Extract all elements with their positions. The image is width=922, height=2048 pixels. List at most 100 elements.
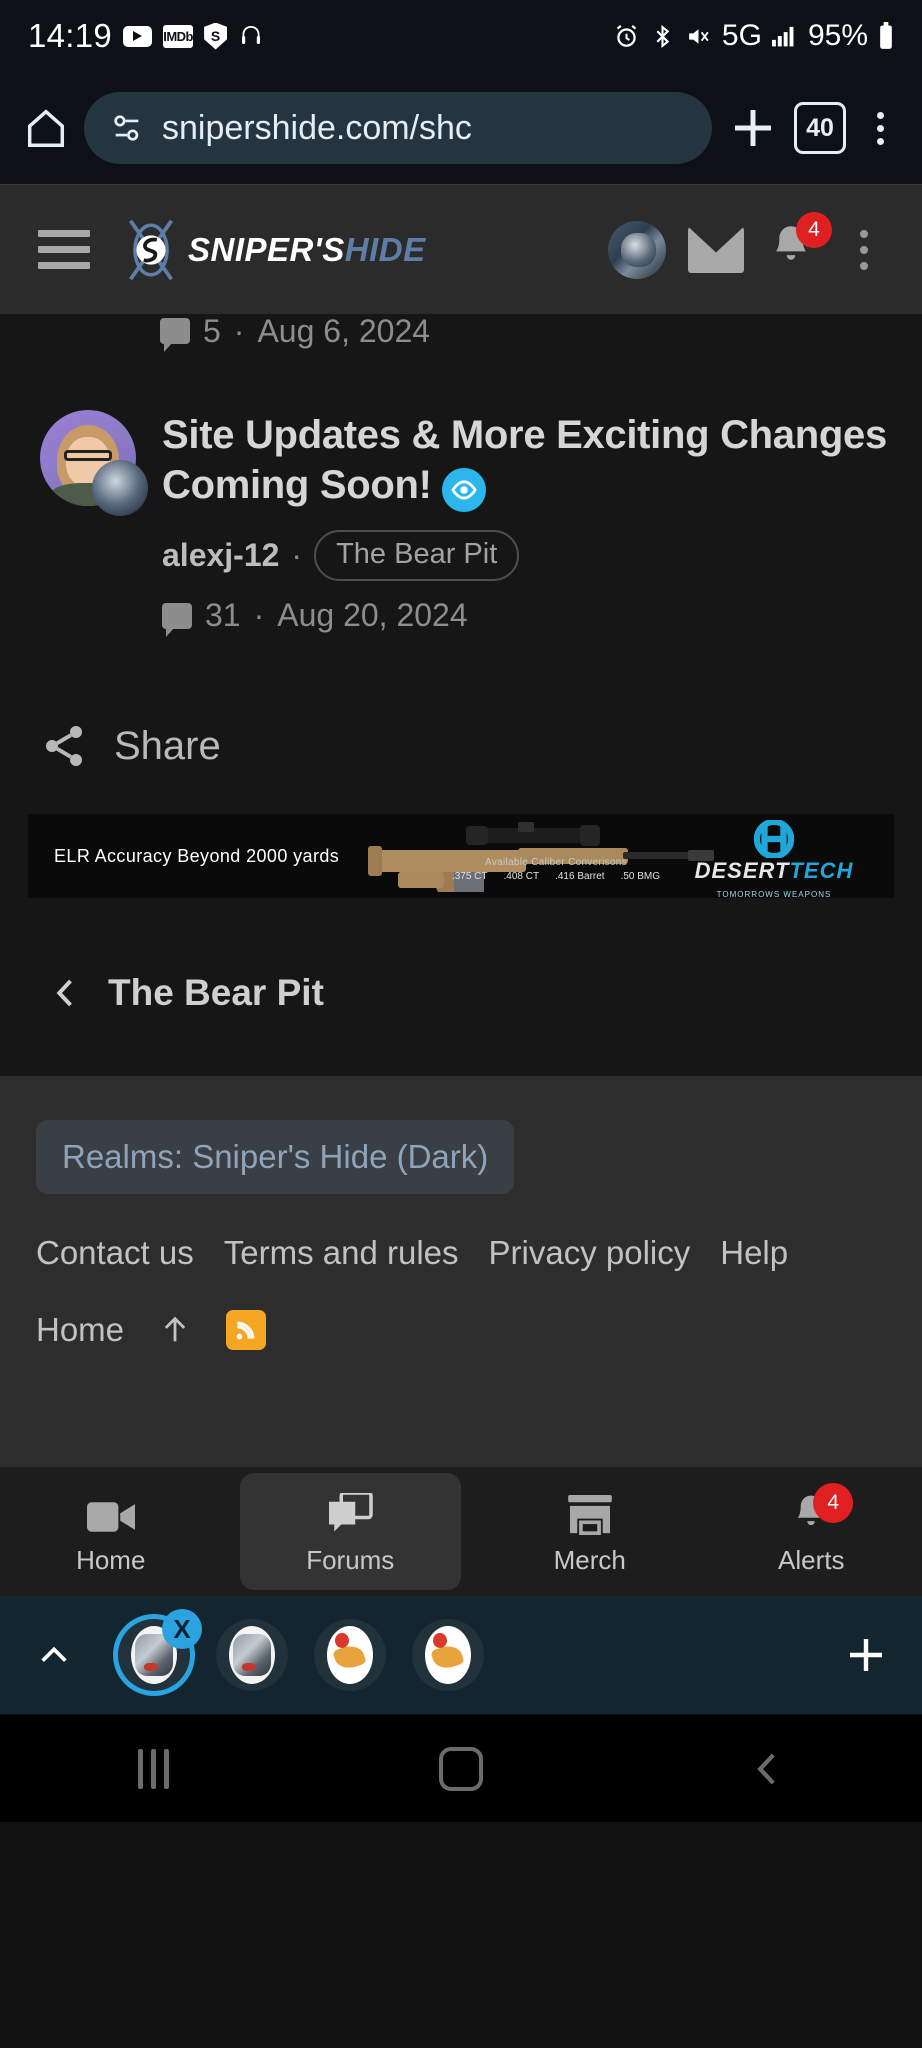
caliber-item: .50 BMG xyxy=(620,871,661,882)
style-chooser-button[interactable]: Realms: Sniper's Hide (Dark) xyxy=(36,1120,515,1194)
share-icon xyxy=(40,722,88,770)
status-bar: 14:19 IMDb S 5G 95% xyxy=(0,0,922,72)
browser-menu-icon[interactable] xyxy=(856,100,904,156)
tab-item[interactable] xyxy=(216,1619,288,1691)
nav-label-alerts: Alerts xyxy=(778,1545,845,1575)
alerts-badge: 4 xyxy=(813,1483,854,1523)
footer-link-home[interactable]: Home xyxy=(36,1311,124,1349)
thread-list: 5 · Aug 6, 2024 Site Updates & More Exci… xyxy=(0,314,922,1076)
alarm-icon xyxy=(613,23,640,50)
site-logo[interactable]: SNIPER'SHIDE xyxy=(118,215,586,285)
chevron-left-icon[interactable] xyxy=(48,973,84,1013)
home-icon[interactable] xyxy=(18,100,74,156)
logo-secondary: HIDE xyxy=(344,230,426,268)
footer-link-contact[interactable]: Contact us xyxy=(36,1234,194,1272)
thread-row[interactable]: Site Updates & More Exciting Changes Com… xyxy=(0,376,922,674)
url-text: snipershide.com/shc xyxy=(162,108,472,147)
chevron-up-icon[interactable] xyxy=(26,1638,82,1672)
home-square-icon[interactable] xyxy=(401,1715,521,1823)
back-chevron-icon[interactable] xyxy=(708,1715,828,1823)
phone-screen: 14:19 IMDb S 5G 95% snipershide.com/shc … xyxy=(0,0,922,2048)
mail-icon[interactable] xyxy=(688,226,744,273)
footer-secondary-row: Home xyxy=(36,1310,886,1350)
thread-date: Aug 20, 2024 xyxy=(277,597,468,633)
new-tab-strip-button[interactable] xyxy=(836,1631,896,1679)
store-icon xyxy=(566,1487,614,1535)
breadcrumb[interactable]: The Bear Pit xyxy=(0,944,922,1076)
tab-item[interactable]: X xyxy=(118,1609,202,1691)
home-glyph xyxy=(438,1746,483,1791)
ad-brand-part2: TECH xyxy=(789,858,854,883)
ad-caliber-list: .375 CT .408 CT .416 Barret .50 BMG xyxy=(406,871,706,882)
recent-apps-icon[interactable] xyxy=(94,1715,214,1823)
footer-links: Contact us Terms and rules Privacy polic… xyxy=(36,1234,886,1272)
caliber-item: .416 Barret xyxy=(555,871,605,882)
advertisement[interactable]: ELR Accuracy Beyond 2000 yards Available… xyxy=(0,814,922,944)
nav-label-forums: Forums xyxy=(306,1545,395,1575)
tab-counter-button[interactable]: 40 xyxy=(794,102,846,154)
thread-meta: 31 · Aug 20, 2024 xyxy=(162,597,894,637)
status-time: 14:19 xyxy=(28,17,113,54)
recent-apps-glyph xyxy=(138,1748,170,1789)
thread-title: Site Updates & More Exciting Changes Com… xyxy=(162,413,887,507)
tab-item[interactable] xyxy=(412,1619,484,1691)
thread-content: Site Updates & More Exciting Changes Com… xyxy=(162,410,894,637)
footer-link-privacy[interactable]: Privacy policy xyxy=(489,1234,691,1272)
battery-percent: 95% xyxy=(807,19,868,52)
thread-avatar[interactable] xyxy=(40,410,148,516)
video-camera-icon xyxy=(86,1487,135,1535)
nav-label-merch: Merch xyxy=(553,1545,626,1575)
arrow-up-icon[interactable] xyxy=(158,1311,192,1349)
footer-link-help[interactable]: Help xyxy=(720,1234,788,1272)
new-tab-button[interactable] xyxy=(722,97,784,159)
thread-date: Aug 6, 2024 xyxy=(257,314,431,349)
tab-list: X xyxy=(104,1609,814,1691)
thread-title-row[interactable]: Site Updates & More Exciting Changes Com… xyxy=(162,410,894,512)
nav-item-home[interactable]: Home xyxy=(0,1467,222,1596)
comment-count: 5 xyxy=(203,314,221,349)
ad-brand-tagline: TOMORROWS WEAPONS xyxy=(716,890,832,898)
comment-icon xyxy=(162,602,192,637)
eye-icon xyxy=(441,468,486,512)
share-label: Share xyxy=(114,723,221,768)
imdb-icon: IMDb xyxy=(163,24,193,48)
rss-icon[interactable] xyxy=(226,1310,267,1350)
site-footer: Realms: Sniper's Hide (Dark) Contact us … xyxy=(0,1076,922,1466)
snipershide-favicon xyxy=(229,1626,275,1684)
bluetooth-icon xyxy=(650,23,675,50)
logo-primary: SNIPER'S xyxy=(188,230,345,268)
nav-item-alerts[interactable]: 4 Alerts xyxy=(701,1467,922,1596)
status-bar-right: 5G 95% xyxy=(613,19,894,53)
hamburger-icon[interactable] xyxy=(38,230,90,269)
share-section[interactable]: Share xyxy=(0,674,922,814)
thread-author[interactable]: alexj-12 xyxy=(162,537,279,574)
thread-node-pill[interactable]: The Bear Pit xyxy=(314,530,520,581)
shopify-icon: S xyxy=(204,22,228,50)
site-settings-icon[interactable] xyxy=(110,111,144,145)
tab-item[interactable] xyxy=(314,1619,386,1691)
bottom-navigation: Home Forums Merch 4 Alerts xyxy=(0,1466,922,1596)
notifications-bell[interactable]: 4 xyxy=(766,211,832,280)
headphones-icon xyxy=(238,24,264,48)
thread-byline: alexj-12 · The Bear Pit xyxy=(162,530,894,581)
status-bar-left: 14:19 IMDb S xyxy=(28,17,613,55)
avatar[interactable] xyxy=(608,220,666,279)
url-bar[interactable]: snipershide.com/shc xyxy=(84,92,712,164)
comment-icon xyxy=(160,318,190,352)
android-navigation-bar xyxy=(0,1714,922,1822)
desert-tech-ad[interactable]: ELR Accuracy Beyond 2000 yards Available… xyxy=(28,814,894,898)
nav-item-forums[interactable]: Forums xyxy=(239,1473,461,1590)
youtube-icon xyxy=(123,25,153,47)
gun-favicon xyxy=(425,1626,471,1684)
desert-tech-logo: DESERT TECH TOMORROWS WEAPONS xyxy=(674,820,874,898)
close-icon[interactable]: X xyxy=(162,1609,202,1649)
avatar-glasses xyxy=(64,450,112,461)
byline-separator: · xyxy=(291,537,303,573)
thread-row-partial[interactable]: 5 · Aug 6, 2024 xyxy=(0,314,922,376)
ad-brand-part1: DESERT xyxy=(694,858,790,883)
nav-item-merch[interactable]: Merch xyxy=(479,1467,701,1596)
vibrate-off-icon xyxy=(685,24,712,49)
site-menu-icon[interactable] xyxy=(844,229,884,270)
footer-link-terms[interactable]: Terms and rules xyxy=(224,1234,459,1272)
battery-icon xyxy=(878,22,894,50)
